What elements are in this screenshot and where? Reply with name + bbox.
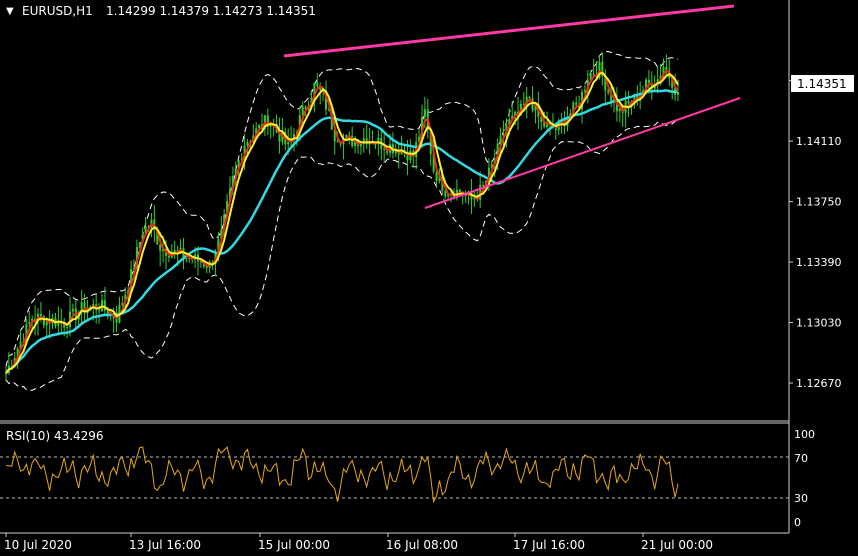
price-tick-label: 1.14110	[796, 135, 842, 148]
price-tick-label: 1.13750	[796, 196, 842, 209]
rsi-label: RSI(10) 43.4296	[6, 429, 104, 443]
time-tick-label: 21 Jul 00:00	[641, 538, 713, 552]
rsi-scale-30: 30	[794, 492, 808, 505]
rsi-scale-0: 0	[794, 516, 801, 529]
rsi-scale-100: 100	[794, 428, 815, 441]
price-tick-label: 1.12670	[796, 377, 842, 390]
ohlc-values: 1.14299 1.14379 1.14273 1.14351	[106, 4, 316, 18]
chart-header: ▼ EURUSD,H1 1.14299 1.14379 1.14273 1.14…	[6, 4, 316, 18]
price-tick-label: 1.13390	[796, 256, 842, 269]
time-tick-label: 16 Jul 08:00	[386, 538, 458, 552]
symbol-timeframe: EURUSD,H1	[22, 4, 93, 18]
time-tick-label: 15 Jul 00:00	[258, 538, 330, 552]
current-price-tag: 1.14351	[791, 75, 854, 92]
time-tick-label: 17 Jul 16:00	[513, 538, 585, 552]
current-price-value: 1.14351	[797, 77, 847, 91]
time-tick-label: 10 Jul 2020	[4, 538, 72, 552]
time-tick-label: 13 Jul 16:00	[129, 538, 201, 552]
triangle-down-icon[interactable]: ▼	[6, 6, 14, 17]
rsi-scale-70: 70	[794, 452, 808, 465]
trading-chart[interactable]: 1.144701.141101.137501.133901.130301.126…	[0, 0, 858, 556]
price-tick-label: 1.13030	[796, 317, 842, 330]
